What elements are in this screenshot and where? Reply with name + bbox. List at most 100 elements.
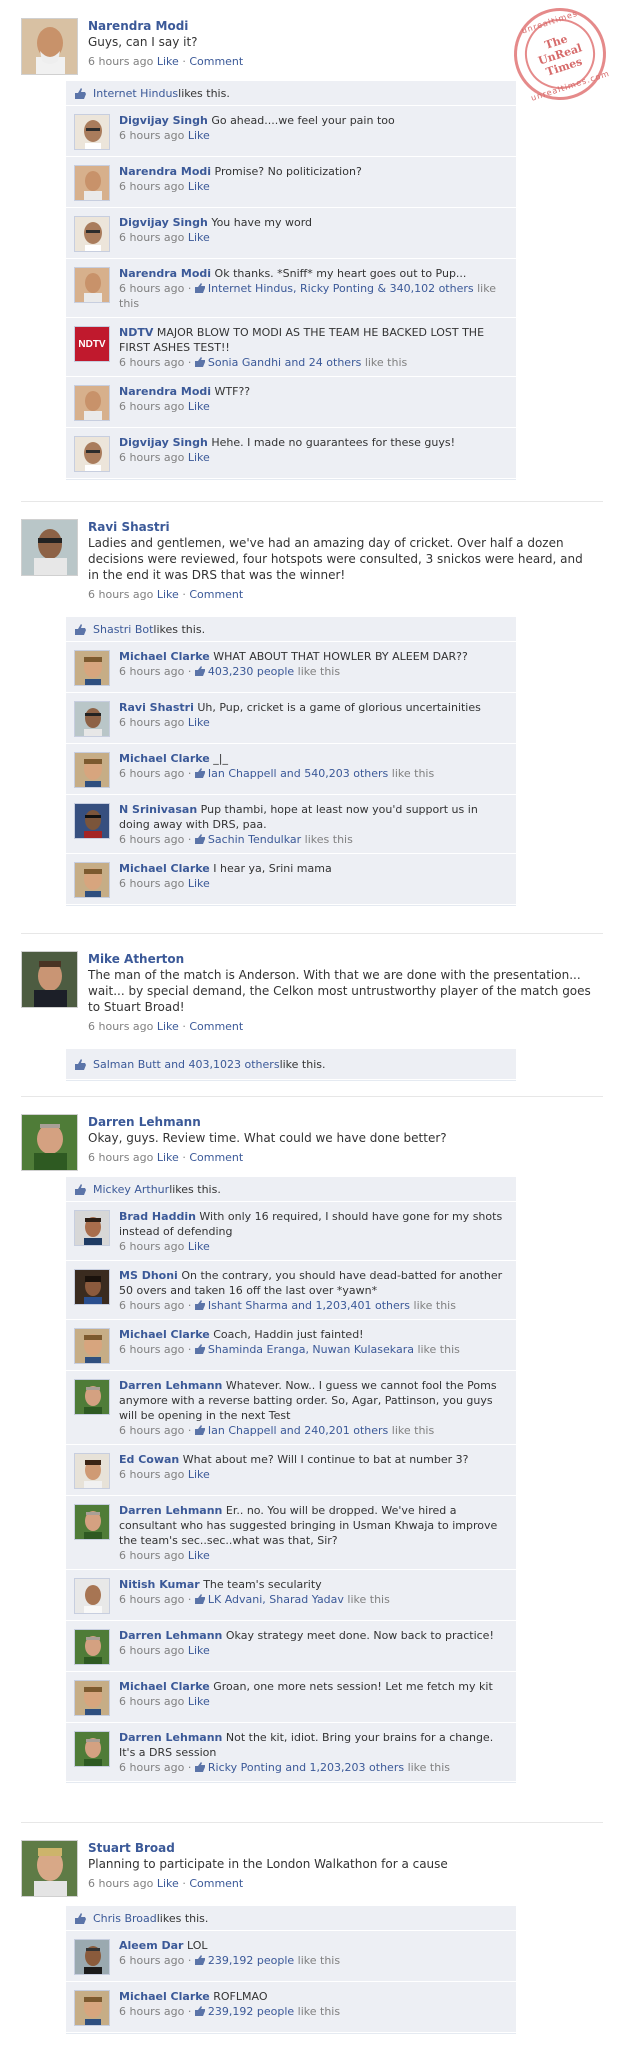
- likes-names[interactable]: Chris Broad: [93, 1912, 157, 1925]
- comment-time: 6 hours ago: [119, 1468, 185, 1481]
- comment-link[interactable]: Comment: [189, 588, 243, 601]
- avatar[interactable]: [21, 18, 78, 75]
- avatar[interactable]: [74, 1379, 110, 1415]
- comment-link[interactable]: Comment: [189, 1877, 243, 1890]
- avatar[interactable]: [74, 701, 110, 737]
- post-author[interactable]: Ravi Shastri: [88, 519, 595, 535]
- avatar[interactable]: [74, 1269, 110, 1305]
- like-link[interactable]: Like: [157, 1151, 179, 1164]
- comment-likers[interactable]: Internet Hindus, Ricky Ponting & 340,102…: [208, 282, 474, 295]
- comment-author[interactable]: Aleem Dar: [119, 1939, 183, 1952]
- avatar[interactable]: [74, 650, 110, 686]
- comment-author[interactable]: MS Dhoni: [119, 1269, 178, 1282]
- comment-author[interactable]: Digvijay Singh: [119, 114, 208, 127]
- comment-likers[interactable]: Ricky Ponting and 1,203,203 others: [208, 1761, 404, 1774]
- comment-like-link[interactable]: Like: [188, 877, 210, 890]
- comment-author[interactable]: Michael Clarke: [119, 650, 210, 663]
- comment-author[interactable]: Brad Haddin: [119, 1210, 196, 1223]
- comment-author[interactable]: N Srinivasan: [119, 803, 197, 816]
- avatar[interactable]: [74, 1990, 110, 2026]
- comment-author[interactable]: Narendra Modi: [119, 385, 211, 398]
- avatar[interactable]: [74, 1731, 110, 1767]
- post-author[interactable]: Darren Lehmann: [88, 1114, 595, 1130]
- comment-like-link[interactable]: Like: [188, 1240, 210, 1253]
- comment-link[interactable]: Comment: [189, 1020, 243, 1033]
- comment-likers[interactable]: LK Advani, Sharad Yadav: [208, 1593, 344, 1606]
- comment-author[interactable]: Darren Lehmann: [119, 1504, 222, 1517]
- avatar[interactable]: [74, 1578, 110, 1614]
- avatar[interactable]: [21, 951, 78, 1008]
- like-link[interactable]: Like: [157, 1020, 179, 1033]
- comment-likers[interactable]: 239,192 people: [208, 2005, 294, 2018]
- comment-likers[interactable]: Ishant Sharma and 1,203,401 others: [208, 1299, 410, 1312]
- comment-likers[interactable]: Shaminda Eranga, Nuwan Kulasekara: [208, 1343, 414, 1356]
- comment-like-link[interactable]: Like: [188, 1468, 210, 1481]
- avatar[interactable]: [74, 1629, 110, 1665]
- likes-names[interactable]: Internet Hindus: [93, 87, 178, 100]
- avatar[interactable]: [74, 1504, 110, 1540]
- comment-author[interactable]: Michael Clarke: [119, 1990, 210, 2003]
- comment-like-link[interactable]: Like: [188, 400, 210, 413]
- comment-like-link[interactable]: Like: [188, 451, 210, 464]
- post-author[interactable]: Mike Atherton: [88, 951, 595, 967]
- avatar[interactable]: [74, 1210, 110, 1246]
- avatar[interactable]: [74, 267, 110, 303]
- comment-author[interactable]: NDTV: [119, 326, 153, 339]
- avatar[interactable]: [21, 1840, 78, 1897]
- comment-author[interactable]: Michael Clarke: [119, 752, 210, 765]
- comment-like-link[interactable]: Like: [188, 1695, 210, 1708]
- comment-author[interactable]: Nitish Kumar: [119, 1578, 200, 1591]
- like-link[interactable]: Like: [157, 55, 179, 68]
- comment-author[interactable]: Narendra Modi: [119, 165, 211, 178]
- comment-author[interactable]: Digvijay Singh: [119, 436, 208, 449]
- avatar-ndtv-logo[interactable]: NDTV: [74, 326, 110, 362]
- comment-like-link[interactable]: Like: [188, 1644, 210, 1657]
- avatar[interactable]: [74, 862, 110, 898]
- comment-author[interactable]: Digvijay Singh: [119, 216, 208, 229]
- comment-author[interactable]: Michael Clarke: [119, 862, 210, 875]
- avatar[interactable]: [74, 803, 110, 839]
- avatar[interactable]: [74, 385, 110, 421]
- avatar[interactable]: [74, 1328, 110, 1364]
- comment-author[interactable]: Darren Lehmann: [119, 1379, 222, 1392]
- comment-like-link[interactable]: Like: [188, 1549, 210, 1562]
- comment-author[interactable]: Darren Lehmann: [119, 1731, 222, 1744]
- comment-like-link[interactable]: Like: [188, 180, 210, 193]
- comment-author[interactable]: Narendra Modi: [119, 267, 211, 280]
- comment-likers[interactable]: Sonia Gandhi and 24 others: [208, 356, 361, 369]
- likes-names[interactable]: Mickey Arthur: [93, 1183, 169, 1196]
- comment-likers-suffix: likes this: [301, 833, 353, 846]
- comment-author[interactable]: Michael Clarke: [119, 1680, 210, 1693]
- comment-likers[interactable]: 403,230 people: [208, 665, 294, 678]
- comment-link[interactable]: Comment: [189, 55, 243, 68]
- comment-likers[interactable]: Ian Chappell and 540,203 others: [208, 767, 388, 780]
- avatar[interactable]: [21, 519, 78, 576]
- avatar[interactable]: [74, 436, 110, 472]
- post-author[interactable]: Stuart Broad: [88, 1840, 595, 1856]
- comment-like-link[interactable]: Like: [188, 716, 210, 729]
- comment-author[interactable]: Darren Lehmann: [119, 1629, 222, 1642]
- post-author[interactable]: Narendra Modi: [88, 18, 595, 34]
- comment-author[interactable]: Ravi Shastri: [119, 701, 194, 714]
- like-link[interactable]: Like: [157, 588, 179, 601]
- avatar[interactable]: [74, 216, 110, 252]
- avatar[interactable]: [74, 1453, 110, 1489]
- comment-author[interactable]: Ed Cowan: [119, 1453, 179, 1466]
- comment-time: 6 hours ago: [119, 231, 185, 244]
- comment-author[interactable]: Michael Clarke: [119, 1328, 210, 1341]
- avatar[interactable]: [74, 114, 110, 150]
- avatar[interactable]: [21, 1114, 78, 1171]
- comment-link[interactable]: Comment: [189, 1151, 243, 1164]
- avatar[interactable]: [74, 752, 110, 788]
- comment-like-link[interactable]: Like: [188, 129, 210, 142]
- comment-likers[interactable]: 239,192 people: [208, 1954, 294, 1967]
- like-link[interactable]: Like: [157, 1877, 179, 1890]
- likes-names[interactable]: Shastri Bot: [93, 623, 153, 636]
- comment-likers[interactable]: Ian Chappell and 240,201 others: [208, 1424, 388, 1437]
- likes-names[interactable]: Salman Butt and 403,1023 others: [93, 1058, 280, 1071]
- avatar[interactable]: [74, 1939, 110, 1975]
- comment-like-link[interactable]: Like: [188, 231, 210, 244]
- avatar[interactable]: [74, 1680, 110, 1716]
- comment-likers[interactable]: Sachin Tendulkar: [208, 833, 301, 846]
- avatar[interactable]: [74, 165, 110, 201]
